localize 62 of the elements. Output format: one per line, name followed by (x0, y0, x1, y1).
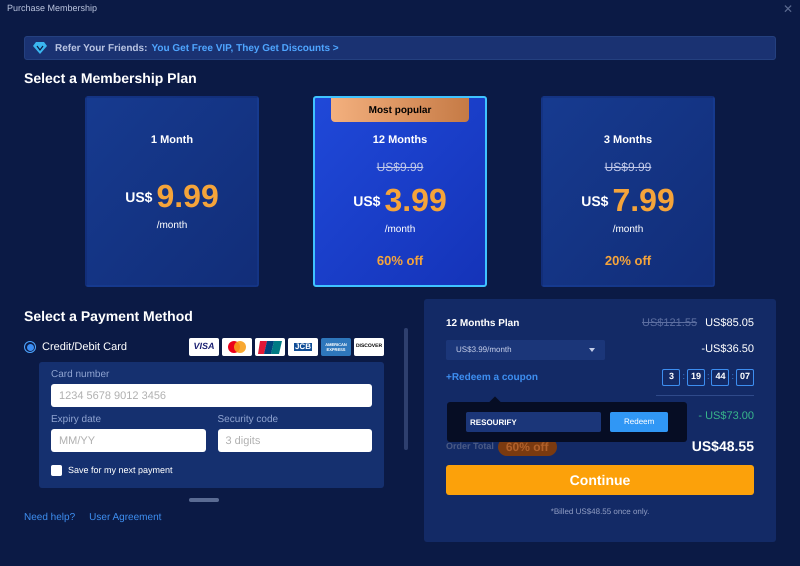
field-label: Expiry date (51, 415, 102, 425)
field-label: Security code (218, 415, 280, 425)
plan-name: 3 Months (604, 133, 652, 148)
timer-separator: : (731, 370, 734, 384)
footer-link[interactable]: Need help? (24, 510, 76, 524)
old-total: US$121.55 (642, 316, 698, 331)
discount: 60% off (376, 252, 424, 270)
jcb-logo: JCB (288, 338, 318, 356)
price-unit: /month (384, 222, 416, 236)
currency: US$ (125, 188, 152, 206)
plan-price: 7.99 (612, 182, 675, 218)
referral-banner[interactable]: Refer Your Friends: You Get Free VIP, They Get Discounts > (24, 36, 776, 60)
price-unit: /month (156, 218, 188, 232)
plan-label: 12 Months Plan (446, 316, 520, 331)
timer-digit: 44 (711, 368, 730, 386)
close-button[interactable]: ✕ (783, 3, 793, 15)
plan-name: 12 Months (372, 133, 428, 148)
caret-icon (589, 348, 595, 352)
footer-link[interactable]: User Agreement (89, 510, 162, 524)
redeem-button[interactable]: Redeem (610, 412, 668, 432)
mastercard-logo (222, 338, 252, 356)
visa-logo: VISA (189, 338, 219, 356)
plan-price: 9.99 (156, 178, 219, 214)
scrollbar[interactable] (404, 328, 408, 450)
section-heading: Select a Payment Method (24, 307, 194, 325)
coupon-discount: - US$73.00 (698, 408, 754, 424)
section-heading: Select a Membership Plan (24, 69, 198, 87)
field-label: Card number (51, 370, 110, 380)
discount: 20% off (604, 252, 652, 270)
timer-separator: : (706, 370, 710, 384)
old-price: US$9.99 (376, 158, 424, 176)
old-price: US$9.99 (604, 158, 652, 176)
plan-name: 1 Month (150, 133, 194, 148)
timer-separator: : (682, 370, 685, 384)
input-field[interactable]: 3 digits (218, 429, 372, 452)
plan-discount: -US$36.50 (701, 342, 754, 358)
order-total: US$48.55 (692, 437, 754, 456)
scroll-handle[interactable] (189, 498, 219, 502)
timer-digit: 3 (662, 368, 680, 386)
checkbox-label: Save for my next payment (68, 464, 173, 477)
input-field[interactable]: MM/YY (51, 429, 206, 452)
coupon-input[interactable]: RESOURIFY (466, 412, 602, 432)
input-field[interactable]: 1234 5678 9012 3456 (51, 384, 372, 407)
window-title: Purchase Membership (7, 2, 98, 16)
popular-badge: Most popular (331, 98, 469, 122)
timer-digit: 07 (736, 368, 754, 386)
radio-button[interactable] (24, 341, 36, 353)
currency: US$ (581, 192, 608, 210)
referral-text: Refer Your Friends: (55, 42, 148, 56)
plan-total: US$85.05 (705, 316, 754, 331)
price-unit: /month (612, 222, 644, 236)
timer-digit: 19 (686, 368, 705, 386)
unionpay-logo (255, 338, 285, 356)
referral-link[interactable]: You Get Free VIP, They Get Discounts > (151, 40, 339, 56)
diamond-icon (33, 42, 47, 54)
price-dropdown[interactable]: US$3.99/month (446, 340, 605, 360)
checkbox[interactable] (51, 465, 62, 476)
payment-option-label: Credit/Debit Card (42, 340, 127, 355)
billing-note: *Billed US$48.55 once only. (550, 506, 650, 518)
plan-price: 3.99 (384, 182, 447, 218)
currency: US$ (353, 192, 380, 210)
redeem-coupon-link[interactable]: +Redeem a coupon (446, 370, 538, 384)
